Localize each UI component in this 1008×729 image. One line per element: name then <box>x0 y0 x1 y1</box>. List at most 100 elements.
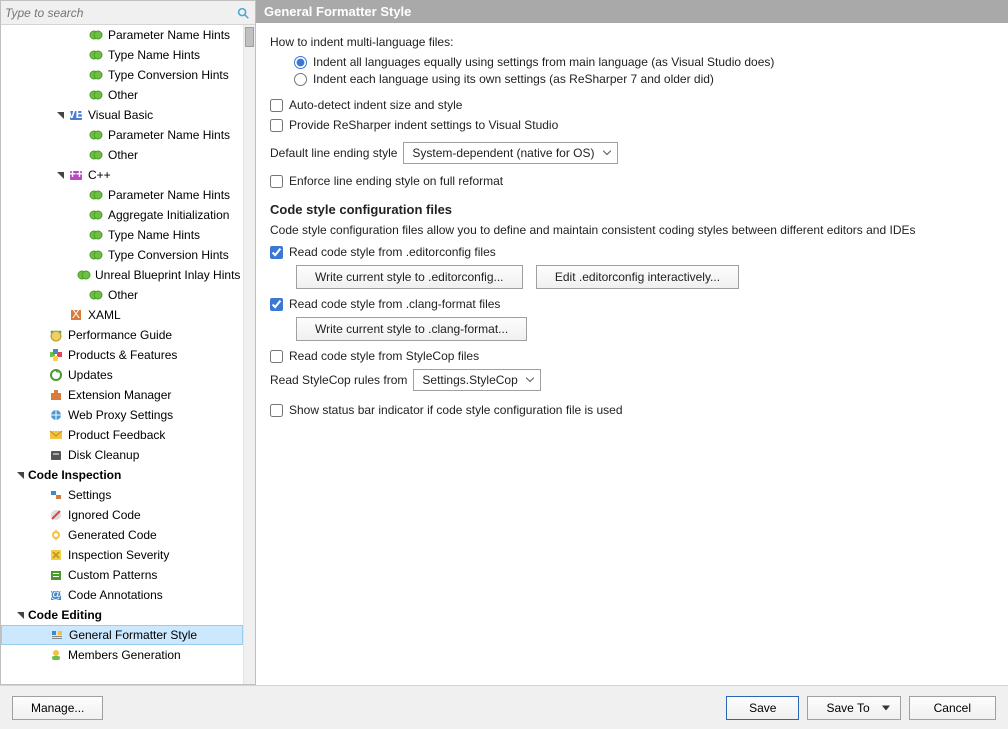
expander-spacer <box>75 30 86 41</box>
tree-item[interactable]: Code Inspection <box>1 465 243 485</box>
expander-spacer <box>35 510 46 521</box>
tree-thumb[interactable] <box>245 27 254 47</box>
hint-icon <box>88 207 104 223</box>
tree-item[interactable]: Members Generation <box>1 645 243 665</box>
tree-item[interactable]: Parameter Name Hints <box>1 125 243 145</box>
tree-item-label: Other <box>108 88 138 102</box>
hint-icon <box>88 127 104 143</box>
expander-spacer <box>35 570 46 581</box>
manage-button[interactable]: Manage... <box>12 696 103 720</box>
default-ending-value: System-dependent (native for OS) <box>412 146 594 160</box>
tree-item[interactable]: Parameter Name Hints <box>1 185 243 205</box>
check-provide[interactable]: Provide ReSharper indent settings to Vis… <box>270 118 994 132</box>
check-enforce-input[interactable] <box>270 175 283 188</box>
tree-item[interactable]: Product Feedback <box>1 425 243 445</box>
check-stylecop-input[interactable] <box>270 350 283 363</box>
tree-item[interactable]: Web Proxy Settings <box>1 405 243 425</box>
expander-spacer <box>75 90 86 101</box>
check-clang-label: Read code style from .clang-format files <box>289 297 500 311</box>
stylecop-select[interactable]: Settings.StyleCop <box>413 369 540 391</box>
expander-spacer <box>75 130 86 141</box>
tree-item[interactable]: General Formatter Style <box>1 625 243 645</box>
check-clang-input[interactable] <box>270 298 283 311</box>
tree-item[interactable]: ++C++ <box>1 165 243 185</box>
check-clang[interactable]: Read code style from .clang-format files <box>270 297 994 311</box>
ext-icon <box>48 387 64 403</box>
save-to-button[interactable]: Save To <box>807 696 900 720</box>
expander-icon[interactable] <box>15 470 26 481</box>
annot-icon: @ <box>48 587 64 603</box>
check-editorconfig[interactable]: Read code style from .editorconfig files <box>270 245 994 259</box>
edit-editorconfig-button[interactable]: Edit .editorconfig interactively... <box>536 265 739 289</box>
default-ending-select[interactable]: System-dependent (native for OS) <box>403 142 617 164</box>
radio-indent-all[interactable]: Indent all languages equally using setti… <box>294 55 994 69</box>
tree-item[interactable]: Type Conversion Hints <box>1 65 243 85</box>
check-enforce[interactable]: Enforce line ending style on full reform… <box>270 174 994 188</box>
tree-item[interactable]: Type Name Hints <box>1 225 243 245</box>
tree-item[interactable]: VBVisual Basic <box>1 105 243 125</box>
expander-spacer <box>36 630 47 641</box>
search-input[interactable] <box>5 4 235 22</box>
page-title: General Formatter Style <box>256 0 1008 23</box>
save-button[interactable]: Save <box>726 696 799 720</box>
tree-item-label: Extension Manager <box>68 388 171 402</box>
check-autodetect[interactable]: Auto-detect indent size and style <box>270 98 994 112</box>
tree-item[interactable]: Custom Patterns <box>1 565 243 585</box>
tree-item-label: Aggregate Initialization <box>108 208 229 222</box>
hint-icon <box>88 27 104 43</box>
radio-indent-all-input[interactable] <box>294 56 307 69</box>
hint-icon <box>88 287 104 303</box>
tree-item[interactable]: Other <box>1 145 243 165</box>
tree-item[interactable]: Unreal Blueprint Inlay Hints <box>1 265 243 285</box>
write-clang-button[interactable]: Write current style to .clang-format... <box>296 317 527 341</box>
expander-icon[interactable] <box>15 610 26 621</box>
tree-item[interactable]: @Code Annotations <box>1 585 243 605</box>
cpp-icon: ++ <box>68 167 84 183</box>
tree-item[interactable]: Parameter Name Hints <box>1 25 243 45</box>
expander-spacer <box>35 490 46 501</box>
tree-item[interactable]: Settings <box>1 485 243 505</box>
tree-item-label: Unreal Blueprint Inlay Hints <box>95 268 240 282</box>
tree-item[interactable]: Code Editing <box>1 605 243 625</box>
tree-item[interactable]: Extension Manager <box>1 385 243 405</box>
tree-item[interactable]: Ignored Code <box>1 505 243 525</box>
tree-item[interactable]: XXAML <box>1 305 243 325</box>
tree-scrollbar[interactable] <box>243 25 255 684</box>
tree-item-label: Ignored Code <box>68 508 141 522</box>
tree-item-label: Custom Patterns <box>68 568 157 582</box>
expander-icon[interactable] <box>55 170 66 181</box>
tree-item[interactable]: Type Name Hints <box>1 45 243 65</box>
radio-indent-own[interactable]: Indent each language using its own setti… <box>294 72 994 86</box>
tree-item[interactable]: Updates <box>1 365 243 385</box>
tree-item[interactable]: Type Conversion Hints <box>1 245 243 265</box>
hint-icon <box>77 267 91 283</box>
check-autodetect-input[interactable] <box>270 99 283 112</box>
expander-icon[interactable] <box>55 110 66 121</box>
write-editorconfig-button[interactable]: Write current style to .editorconfig... <box>296 265 523 289</box>
tree-item[interactable]: Aggregate Initialization <box>1 205 243 225</box>
search-icon[interactable] <box>235 5 251 21</box>
tree-item[interactable]: Other <box>1 285 243 305</box>
tree-item[interactable]: Performance Guide <box>1 325 243 345</box>
expander-spacer <box>35 410 46 421</box>
tree-item[interactable]: Products & Features <box>1 345 243 365</box>
check-provide-input[interactable] <box>270 119 283 132</box>
cancel-button[interactable]: Cancel <box>909 696 996 720</box>
check-statusbar[interactable]: Show status bar indicator if code style … <box>270 403 994 417</box>
radio-indent-own-input[interactable] <box>294 73 307 86</box>
feedback-icon <box>48 427 64 443</box>
tree-item[interactable]: Disk Cleanup <box>1 445 243 465</box>
hint-icon <box>88 87 104 103</box>
tree-item[interactable]: Generated Code <box>1 525 243 545</box>
tree-item-label: General Formatter Style <box>69 628 197 642</box>
tree-item[interactable]: Inspection Severity <box>1 545 243 565</box>
expander-spacer <box>35 590 46 601</box>
members-icon <box>48 647 64 663</box>
check-stylecop[interactable]: Read code style from StyleCop files <box>270 349 994 363</box>
check-editorconfig-input[interactable] <box>270 246 283 259</box>
expander-spacer <box>75 290 86 301</box>
tree-item[interactable]: Other <box>1 85 243 105</box>
check-statusbar-input[interactable] <box>270 404 283 417</box>
svg-text:@: @ <box>50 588 62 601</box>
gfs-icon <box>49 627 65 643</box>
